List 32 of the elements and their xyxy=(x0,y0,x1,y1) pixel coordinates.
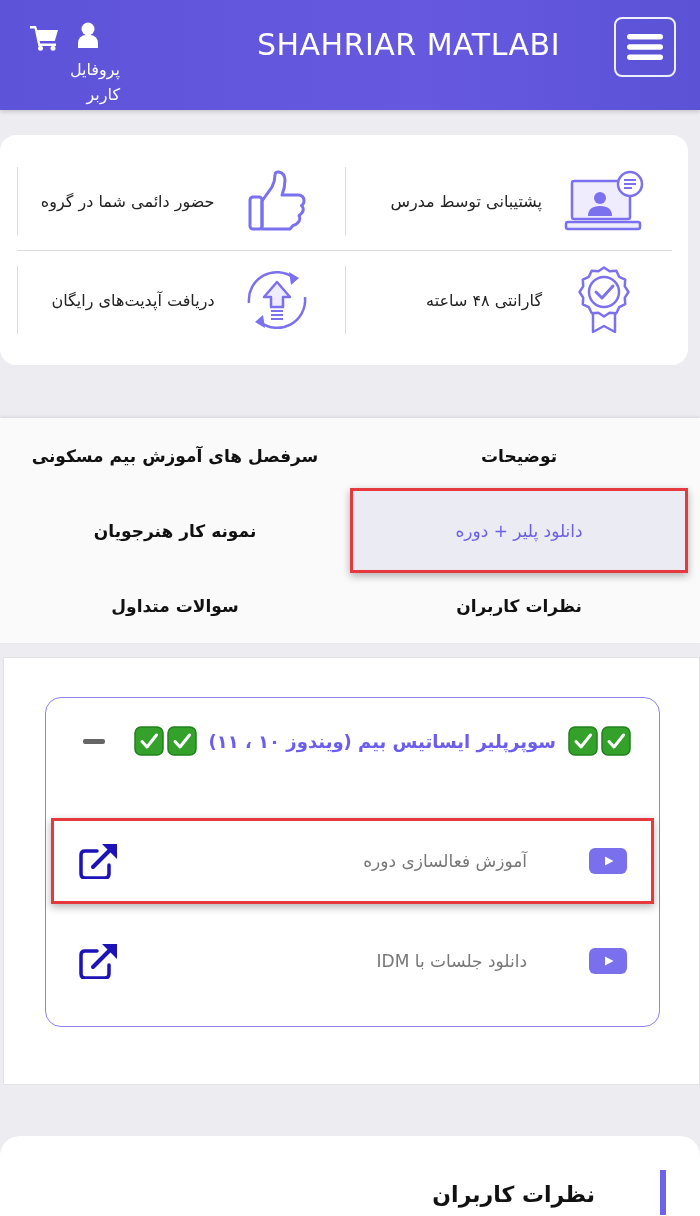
external-link-icon[interactable] xyxy=(78,843,118,879)
play-icon xyxy=(589,848,627,874)
feature-label: دریافت آپدیت‌های رایگان xyxy=(51,290,215,310)
tab[interactable]: سرفصل های آموزش بیم مسکونی xyxy=(18,436,332,475)
tab[interactable]: نظرات کاربران xyxy=(443,586,595,625)
site-logo[interactable]: SHAHRIAR MATLABI xyxy=(256,27,560,63)
feature-label: گارانتی ۴۸ ساعته xyxy=(426,290,542,310)
menu-button[interactable] xyxy=(614,17,676,77)
feature-label: پشتیبانی توسط مدرس xyxy=(390,191,542,211)
section-heading: نظرات کاربران xyxy=(0,1170,666,1215)
user-icon[interactable] xyxy=(78,22,98,48)
menu-icon xyxy=(627,33,663,61)
award-badge-icon xyxy=(577,266,631,334)
feature-label: حضور دائمی شما در گروه xyxy=(40,191,215,211)
thumbs-up-icon xyxy=(246,170,307,232)
cart-icon[interactable] xyxy=(30,25,58,51)
check-icon xyxy=(133,726,164,756)
tab[interactable]: توضیحات xyxy=(467,436,571,475)
lesson-link[interactable]: آموزش فعالسازی دوره xyxy=(51,818,654,904)
laptop-chat-icon xyxy=(564,170,644,232)
check-icon xyxy=(568,726,598,756)
lesson-link[interactable]: دانلود جلسات با IDM xyxy=(51,918,654,1004)
check-icon xyxy=(166,726,197,756)
minus-icon[interactable] xyxy=(83,738,105,744)
play-icon xyxy=(589,948,627,974)
tab[interactable]: نمونه کار هنرجویان xyxy=(80,511,270,550)
course-title: سوپرپلیر ایساتیس بیم (ویندوز ۱۰ ، ۱۱) xyxy=(208,730,556,752)
external-link-icon[interactable] xyxy=(78,943,118,979)
check-icon xyxy=(601,726,631,756)
tab[interactable]: دانلود پلیر + دوره xyxy=(350,488,688,573)
tab[interactable]: سوالات متداول xyxy=(98,586,252,625)
profile-link[interactable]: پروفایل کاربر xyxy=(50,57,120,107)
